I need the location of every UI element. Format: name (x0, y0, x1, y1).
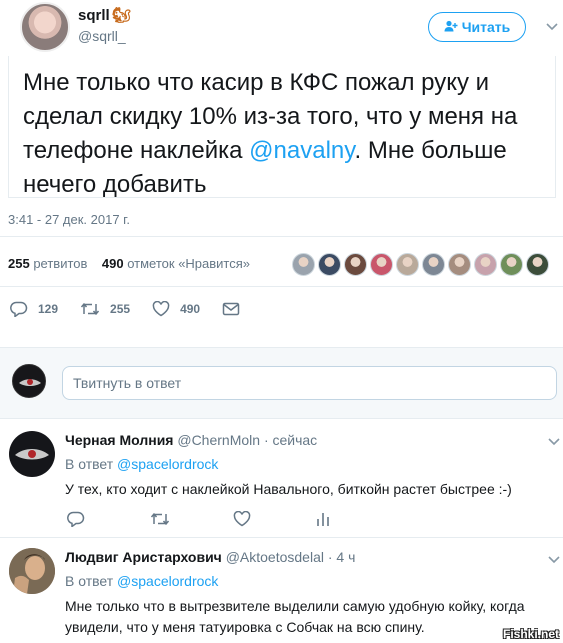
mention-link[interactable]: @navalny (249, 137, 354, 164)
retweet-icon (80, 302, 100, 316)
reply-text: У тех, кто ходит с наклейкой Навального,… (65, 481, 512, 497)
retweets-label[interactable]: ретвитов (33, 256, 87, 271)
reply-header: Людвиг Аристархович @Aktoetosdelal · 4 ч (65, 549, 355, 565)
reply-compose-bar: Твитнуть в ответ (0, 348, 563, 418)
squirrel-emoji-icon: 🐿 (111, 7, 131, 24)
likes-count[interactable]: 490 (102, 256, 124, 271)
divider (0, 418, 563, 419)
reply-to: В ответ @spacelordrock (65, 456, 219, 472)
reply-avatar[interactable] (9, 431, 55, 477)
reply-button[interactable]: 129 (10, 301, 58, 317)
reply-to-mention[interactable]: @spacelordrock (117, 573, 218, 589)
divider (0, 236, 563, 237)
analytics-button[interactable] (316, 511, 399, 532)
retweet-count: 255 (110, 302, 131, 316)
reply-count: 129 (38, 302, 59, 316)
chevron-down-icon[interactable] (548, 553, 560, 567)
tweet-text: Мне только что касир в КФС пожал руку и … (23, 69, 518, 198)
retweet-icon (150, 512, 170, 526)
author-name[interactable]: sqrll 🐿 (78, 6, 131, 24)
tweet-timestamp[interactable]: 3:41 - 27 дек. 2017 г. (8, 212, 130, 227)
author-handle[interactable]: @sqrll_ (78, 28, 126, 44)
chevron-down-icon[interactable] (546, 20, 558, 34)
like-button[interactable] (233, 510, 316, 532)
reply-to-mention[interactable]: @spacelordrock (117, 456, 218, 472)
tweet-stats: 255 ретвитов 490 отметок «Нравится» (8, 256, 250, 271)
liker-avatar[interactable] (526, 253, 549, 276)
reply-time[interactable]: · сейчас (264, 432, 317, 448)
reply-input[interactable]: Твитнуть в ответ (62, 366, 557, 400)
direct-message-button[interactable] (222, 301, 250, 317)
retweet-button[interactable]: 255 (80, 301, 130, 317)
like-count: 490 (180, 302, 201, 316)
analytics-icon (317, 513, 329, 526)
follow-person-icon (444, 20, 458, 35)
reply-author-name[interactable]: Черная Молния (65, 432, 173, 448)
envelope-icon (222, 302, 240, 316)
reply-time[interactable]: · 4 ч (328, 549, 356, 565)
liker-avatar[interactable] (292, 253, 315, 276)
follow-button[interactable]: Читать (428, 12, 526, 42)
reply-author-handle[interactable]: @Aktoetosdelal (226, 549, 324, 565)
heart-icon (152, 301, 170, 317)
liker-avatar[interactable] (318, 253, 341, 276)
liker-avatar[interactable] (474, 253, 497, 276)
author-avatar[interactable] (20, 2, 70, 52)
reply-author-name[interactable]: Людвиг Аристархович (65, 549, 222, 565)
liker-avatar[interactable] (370, 253, 393, 276)
chevron-down-icon[interactable] (548, 435, 560, 449)
reply-icon (67, 511, 85, 528)
likers-avatars (292, 253, 549, 276)
retweet-button[interactable] (150, 511, 233, 532)
liker-avatar[interactable] (344, 253, 367, 276)
reply-to: В ответ @spacelordrock (65, 573, 219, 589)
liker-avatar[interactable] (500, 253, 523, 276)
divider (0, 286, 563, 287)
reply-header: Черная Молния @ChernMoln · сейчас (65, 432, 317, 448)
like-button[interactable]: 490 (152, 301, 200, 317)
reply-author-handle[interactable]: @ChernMoln (177, 432, 260, 448)
likes-label[interactable]: отметок «Нравится» (127, 256, 250, 271)
liker-avatar[interactable] (448, 253, 471, 276)
follow-label: Читать (461, 19, 511, 35)
divider (0, 537, 563, 538)
liker-avatar[interactable] (422, 253, 445, 276)
watermark: Fishki.net (502, 627, 559, 641)
reply-icon (10, 301, 28, 317)
tweet-actions: 129 255 490 (10, 301, 272, 317)
reply-avatar[interactable] (9, 548, 55, 594)
reply-text: Мне только что в вытрезвителе выделили с… (65, 598, 525, 635)
reply-button[interactable] (67, 511, 150, 532)
liker-avatar[interactable] (396, 253, 419, 276)
retweets-count[interactable]: 255 (8, 256, 30, 271)
reply-actions (67, 510, 399, 532)
current-user-avatar[interactable] (12, 364, 46, 398)
heart-icon (233, 510, 251, 527)
